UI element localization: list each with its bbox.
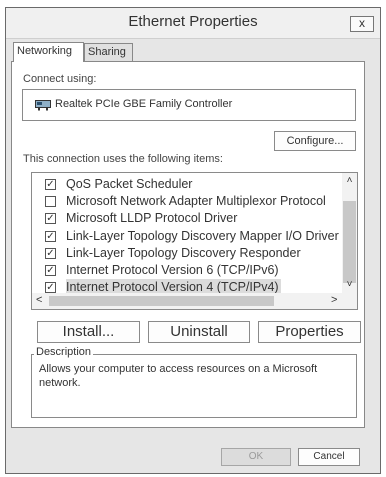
item-label: Microsoft Network Adapter Multiplexor Pr… <box>66 194 326 208</box>
scroll-left-icon[interactable]: < <box>36 294 42 306</box>
connect-using-label: Connect using: <box>23 73 97 85</box>
install-button[interactable]: Install... <box>37 321 140 343</box>
item-checkbox[interactable]: ✓ <box>45 213 56 224</box>
item-checkbox[interactable]: ✓ <box>45 265 56 276</box>
configure-button[interactable]: Configure... <box>274 131 356 151</box>
list-item[interactable]: ✓ Link-Layer Topology Discovery Mapper I… <box>32 228 342 245</box>
items-list[interactable]: ✓ QoS Packet Scheduler Microsoft Network… <box>31 172 358 310</box>
uninstall-button[interactable]: Uninstall <box>148 321 250 343</box>
horizontal-scrollbar[interactable]: < > <box>32 293 357 309</box>
scroll-up-icon[interactable]: ˄ <box>342 175 357 186</box>
item-label: Link-Layer Topology Discovery Mapper I/O… <box>66 229 339 243</box>
title-bar[interactable]: Ethernet Properties x <box>6 8 380 39</box>
vertical-scrollbar[interactable]: ˄ ˅ <box>342 173 357 293</box>
ok-button[interactable]: OK <box>221 448 291 466</box>
tab-sharing[interactable]: Sharing <box>84 43 133 61</box>
list-item[interactable]: Microsoft Network Adapter Multiplexor Pr… <box>32 193 342 210</box>
scroll-right-icon[interactable]: > <box>331 294 337 306</box>
item-checkbox[interactable]: ✓ <box>45 248 56 259</box>
items-label: This connection uses the following items… <box>23 153 223 165</box>
scroll-thumb[interactable] <box>343 201 356 283</box>
list-item[interactable]: ✓ QoS Packet Scheduler <box>32 176 342 193</box>
item-label: Internet Protocol Version 6 (TCP/IPv6) <box>66 263 279 277</box>
item-checkbox[interactable]: ✓ <box>45 179 56 190</box>
description-legend: Description <box>34 346 94 358</box>
item-label: Link-Layer Topology Discovery Responder <box>66 246 301 260</box>
scroll-down-icon[interactable]: ˅ <box>342 279 357 290</box>
properties-button[interactable]: Properties <box>258 321 361 343</box>
network-adapter-icon <box>35 100 51 111</box>
item-label: Microsoft LLDP Protocol Driver <box>66 211 238 225</box>
window-title: Ethernet Properties <box>128 13 258 30</box>
close-button[interactable]: x <box>350 16 374 32</box>
item-checkbox[interactable]: ✓ <box>45 282 56 293</box>
list-item[interactable]: ✓ Link-Layer Topology Discovery Responde… <box>32 245 342 262</box>
list-item[interactable]: ✓ Microsoft LLDP Protocol Driver <box>32 210 342 227</box>
adapter-field[interactable]: Realtek PCIe GBE Family Controller <box>22 89 356 121</box>
item-checkbox[interactable]: ✓ <box>45 231 56 242</box>
description-text: Allows your computer to access resources… <box>39 363 318 389</box>
adapter-name: Realtek PCIe GBE Family Controller <box>55 98 233 110</box>
tab-networking[interactable]: Networking <box>13 42 84 62</box>
list-item[interactable]: ✓ Internet Protocol Version 6 (TCP/IPv6) <box>32 262 342 279</box>
item-label: QoS Packet Scheduler <box>66 177 193 191</box>
scroll-thumb[interactable] <box>49 296 274 306</box>
item-checkbox[interactable] <box>45 196 56 207</box>
cancel-button[interactable]: Cancel <box>298 448 360 466</box>
